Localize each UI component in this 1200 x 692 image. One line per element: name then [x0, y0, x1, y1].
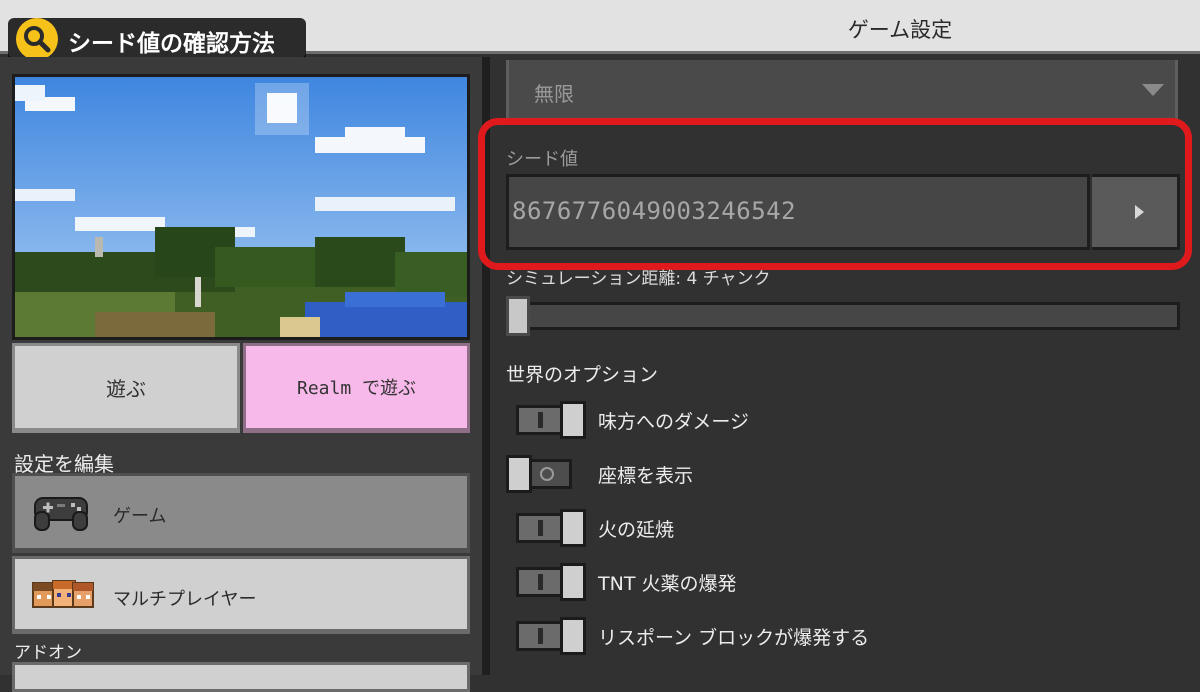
- option-label: 座標を表示: [598, 465, 694, 487]
- world-type-dropdown[interactable]: [506, 60, 1178, 122]
- screen-title: ゲーム設定: [847, 18, 953, 42]
- toggle-show-coordinates[interactable]: [506, 455, 576, 493]
- search-icon: [16, 18, 58, 60]
- toggle-respawn-blocks-explode[interactable]: [516, 617, 586, 655]
- toggle-on-mark: [538, 628, 543, 644]
- toggle-knob: [560, 563, 586, 601]
- world-options-heading: 世界のオプション: [506, 364, 659, 386]
- sidebar-item-label: マルチプレイヤー: [113, 589, 257, 610]
- chevron-down-icon: [1142, 84, 1164, 96]
- badge-title: シード値の確認方法: [68, 31, 275, 57]
- toggle-tnt-explodes[interactable]: [516, 563, 586, 601]
- world-preview-image: [12, 74, 470, 340]
- sidebar-item-game[interactable]: ゲーム: [12, 473, 470, 553]
- toggle-knob: [560, 401, 586, 439]
- option-label: 味方へのダメージ: [598, 411, 750, 433]
- slider-handle[interactable]: [506, 296, 530, 336]
- option-label: リスポーン ブロックが爆発する: [598, 627, 870, 649]
- simulation-distance-slider[interactable]: [506, 302, 1180, 330]
- sidebar-item-label: ゲーム: [113, 506, 167, 527]
- toggle-on-mark: [538, 574, 543, 590]
- controller-icon: [31, 494, 91, 536]
- toggle-knob: [506, 455, 532, 493]
- toggle-off-mark: [540, 467, 554, 481]
- simulation-distance-label: シミュレーション距離: 4 チャンク: [506, 269, 771, 289]
- toggle-knob: [560, 509, 586, 547]
- option-label: 火の延焼: [598, 519, 675, 541]
- world-type-value: 無限: [534, 82, 574, 106]
- toggle-fire-spreads[interactable]: [516, 509, 586, 547]
- toggle-on-mark: [538, 412, 543, 428]
- seed-highlight-frame: [478, 118, 1192, 270]
- toggle-knob: [560, 617, 586, 655]
- sidebar-item-multiplayer[interactable]: マルチプレイヤー: [12, 556, 470, 634]
- toggle-friendly-fire[interactable]: [516, 401, 586, 439]
- play-button[interactable]: 遊ぶ: [12, 343, 240, 433]
- toggle-on-mark: [538, 520, 543, 536]
- play-on-realm-button[interactable]: Realm で遊ぶ: [243, 343, 470, 433]
- players-icon: [31, 577, 95, 615]
- addons-heading: アドオン: [14, 643, 82, 663]
- sidebar-item-addons[interactable]: [12, 662, 470, 692]
- option-label: TNT 火薬の爆発: [598, 573, 737, 595]
